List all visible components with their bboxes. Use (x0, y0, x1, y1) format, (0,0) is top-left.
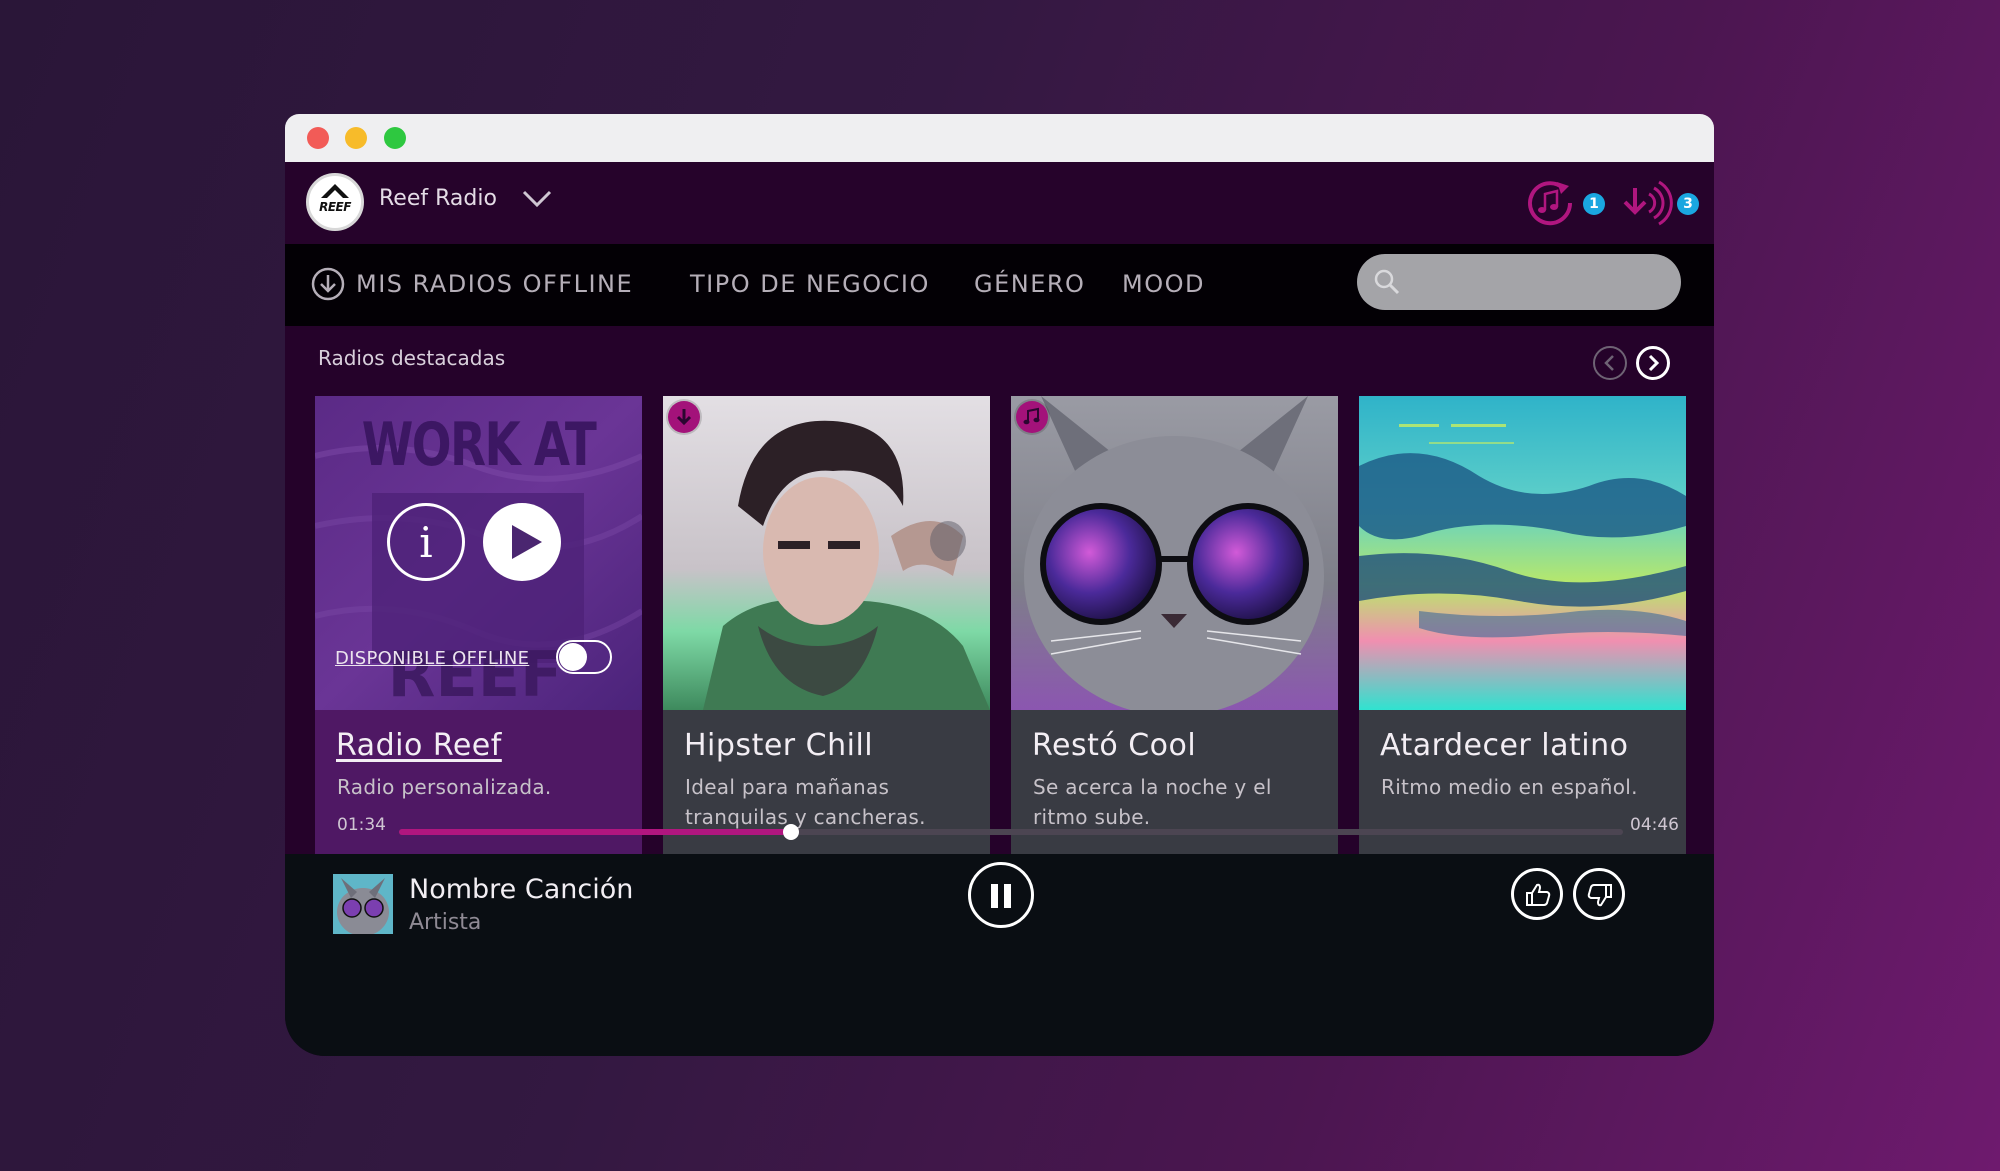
card-name[interactable]: Restó Cool (1032, 728, 1196, 763)
window-titlebar (285, 114, 1714, 162)
radio-card-hipster-chill[interactable]: Hipster Chill Ideal para mañanas tranqui… (663, 396, 990, 860)
offline-available-label: DISPONIBLE OFFLINE (335, 648, 530, 669)
minimize-window-button[interactable] (345, 127, 367, 149)
card-info: Radio Reef Radio personalizada. (315, 710, 642, 860)
like-button[interactable] (1511, 868, 1563, 920)
sync-status[interactable]: 1 (1525, 180, 1607, 226)
pause-button[interactable] (968, 862, 1034, 928)
card-info: Restó Cool Se acerca la noche y el ritmo… (1011, 710, 1338, 860)
card-image-text: WORK AT (361, 410, 597, 480)
radio-card-radio-reef[interactable]: REEF WORK AT i DISPONIBLE OFFLINE Radio … (315, 396, 642, 860)
sunset-sky-image (1359, 396, 1686, 710)
close-window-button[interactable] (307, 127, 329, 149)
download-icon (676, 409, 692, 426)
card-info: Atardecer latino Ritmo medio en español. (1359, 710, 1686, 860)
music-sync-icon (1528, 181, 1573, 226)
card-artwork[interactable]: REEF WORK AT i DISPONIBLE OFFLINE (315, 396, 642, 710)
music-badge (1016, 401, 1048, 433)
nav-bar: MIS RADIOS OFFLINE TIPO DE NEGOCIO GÉNER… (285, 244, 1714, 326)
maximize-window-button[interactable] (384, 127, 406, 149)
thumbs-up-icon (1526, 883, 1551, 906)
player-bar: Nombre Canción Artista (285, 854, 1714, 1056)
search-input[interactable] (1409, 264, 1671, 302)
cat-sunglasses-image (1011, 396, 1338, 710)
info-icon: i (419, 518, 433, 567)
top-bar: REEF Reef Radio 1 3 (285, 162, 1714, 244)
chevron-right-icon (1648, 354, 1660, 372)
radio-card-resto-cool[interactable]: Restó Cool Se acerca la noche y el ritmo… (1011, 396, 1338, 860)
download-badge (668, 401, 700, 433)
card-artwork[interactable] (663, 396, 990, 710)
toggle-knob (559, 643, 587, 671)
sync-count-badge: 1 (1583, 193, 1605, 215)
album-thumbnail[interactable] (333, 874, 393, 934)
thumbs-down-icon (1587, 884, 1612, 907)
card-description: Se acerca la noche y el ritmo sube. (1033, 775, 1272, 829)
song-title: Nombre Canción (409, 874, 634, 905)
music-note-icon (1023, 407, 1040, 425)
elapsed-time: 01:34 (337, 815, 386, 835)
card-name[interactable]: Hipster Chill (684, 728, 873, 763)
nav-genre[interactable]: GÉNERO (974, 270, 1085, 298)
card-description: Ideal para mañanas tranquilas y canchera… (685, 775, 926, 829)
offline-toggle[interactable] (556, 640, 612, 674)
play-button[interactable] (483, 503, 561, 581)
card-description: Ritmo medio en español. (1381, 775, 1638, 799)
dislike-button[interactable] (1573, 868, 1625, 920)
offline-download-icon (1623, 180, 1673, 226)
cat-thumbnail-image (333, 874, 393, 934)
card-description: Radio personalizada. (337, 775, 552, 799)
logo-text: REEF (319, 200, 351, 214)
chevron-left-icon (1604, 355, 1614, 371)
station-title[interactable]: Reef Radio (379, 186, 497, 211)
radio-card-atardecer-latino[interactable]: Atardecer latino Ritmo medio en español. (1359, 396, 1686, 860)
section-title: Radios destacadas (318, 346, 506, 370)
pause-icon-bar (1004, 884, 1011, 908)
app-content: REEF Reef Radio 1 3 MIS RADIOS OFFLINE T… (285, 162, 1714, 1056)
card-name[interactable]: Atardecer latino (1380, 728, 1628, 763)
chevron-down-icon[interactable] (521, 189, 553, 209)
logo-mountain-icon (321, 184, 349, 198)
offline-count-badge: 3 (1677, 193, 1699, 215)
carousel-next-button[interactable] (1636, 346, 1670, 380)
card-name[interactable]: Radio Reef (336, 728, 502, 763)
progress-fill (399, 829, 791, 835)
total-duration: 04:46 (1630, 815, 1679, 835)
info-button[interactable]: i (387, 503, 465, 581)
nav-mood[interactable]: MOOD (1122, 270, 1205, 298)
card-artwork[interactable] (1011, 396, 1338, 710)
hipster-portrait-image (663, 396, 990, 710)
carousel-prev-button[interactable] (1593, 346, 1627, 380)
search-icon (1374, 269, 1400, 295)
offline-status[interactable]: 3 (1621, 180, 1705, 226)
nav-offline-radios[interactable]: MIS RADIOS OFFLINE (356, 270, 633, 298)
card-info: Hipster Chill Ideal para mañanas tranqui… (663, 710, 990, 860)
reef-logo[interactable]: REEF (306, 173, 364, 231)
progress-handle[interactable] (783, 824, 799, 840)
nav-business-type[interactable]: TIPO DE NEGOCIO (690, 270, 930, 298)
pause-icon (991, 884, 998, 908)
app-window: REEF Reef Radio 1 3 MIS RADIOS OFFLINE T… (285, 114, 1714, 1056)
download-circle-icon[interactable] (310, 266, 346, 302)
search-bar[interactable] (1357, 254, 1681, 310)
card-artwork[interactable] (1359, 396, 1686, 710)
artist-name: Artista (409, 910, 482, 935)
play-icon (512, 525, 542, 559)
